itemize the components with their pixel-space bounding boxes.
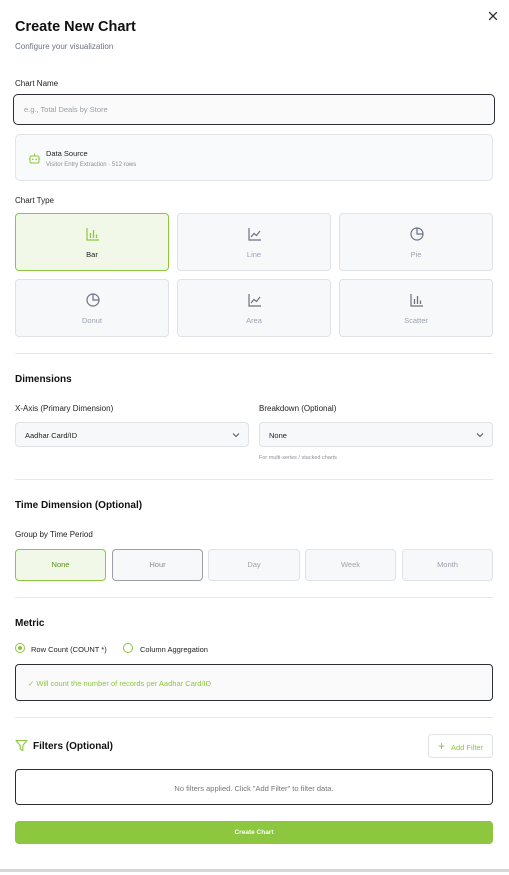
chart-type-bar-label: Bar [86, 250, 98, 259]
chart-type-donut[interactable]: Donut [15, 279, 169, 337]
add-filter-label: Add Filter [451, 743, 484, 752]
x-axis-value: Aadhar Card/ID [25, 431, 78, 440]
chart-type-pie-label: Pie [410, 250, 422, 259]
bar-chart-icon [86, 228, 99, 241]
time-dimension-heading: Time Dimension (Optional) [15, 500, 143, 511]
area-chart-icon [248, 294, 261, 307]
data-source-card: Data Source Visitor Entry Extraction · 5… [15, 134, 493, 181]
chart-type-bar[interactable]: Bar [15, 213, 169, 271]
chevron-down-icon [476, 433, 484, 438]
x-axis-label: X-Axis (Primary Dimension) [15, 404, 114, 413]
metric-heading: Metric [15, 618, 45, 629]
data-source-title: Data Source [46, 149, 88, 158]
data-source-detail: Visitor Entry Extraction · 512 rows [46, 162, 137, 168]
filter-icon [15, 739, 28, 752]
chart-type-area-label: Area [246, 316, 262, 325]
filters-empty-text: No filters applied. Click "Add Filter" t… [174, 784, 334, 793]
time-option-none[interactable]: None [15, 549, 106, 581]
dimensions-heading: Dimensions [15, 374, 72, 385]
chart-type-line-label: Line [246, 250, 262, 259]
divider [15, 479, 493, 480]
plus-icon: + [438, 739, 446, 753]
chart-type-line[interactable]: Line [177, 213, 331, 271]
divider [15, 597, 493, 598]
close-icon[interactable] [486, 9, 500, 23]
create-chart-button[interactable]: Create Chart [15, 821, 493, 844]
filters-empty-box: No filters applied. Click "Add Filter" t… [15, 769, 493, 805]
chart-name-input[interactable] [13, 94, 495, 125]
filters-heading: Filters (Optional) [33, 741, 113, 752]
x-axis-select[interactable]: Aadhar Card/ID [15, 422, 249, 447]
line-chart-icon [248, 228, 261, 241]
divider [15, 353, 493, 354]
metric-info-box: ✓ Will count the number of records per A… [15, 664, 493, 701]
radio-column-aggregation-label: Column Aggregation [140, 645, 208, 654]
breakdown-hint: For multi-series / stacked charts [259, 455, 337, 461]
chart-type-donut-label: Donut [81, 316, 102, 325]
chart-type-area[interactable]: Area [177, 279, 331, 337]
create-chart-dialog: Create New Chart Configure your visualiz… [0, 0, 509, 872]
scatter-chart-icon [410, 294, 423, 307]
time-option-hour[interactable]: Hour [112, 549, 203, 581]
chart-type-scatter-label: Scatter [404, 316, 428, 325]
breakdown-select[interactable]: None [259, 422, 493, 447]
donut-chart-icon [86, 293, 100, 307]
chart-type-pie[interactable]: Pie [339, 213, 493, 271]
add-filter-button[interactable]: + Add Filter [428, 734, 493, 758]
dialog-subtitle: Configure your visualization [15, 42, 114, 51]
chart-type-scatter[interactable]: Scatter [339, 279, 493, 337]
time-option-month[interactable]: Month [402, 549, 493, 581]
pie-chart-icon [410, 227, 424, 241]
radio-column-aggregation[interactable] [123, 643, 133, 653]
dialog-title: Create New Chart [15, 19, 136, 35]
chart-type-label: Chart Type [15, 196, 54, 205]
chevron-down-icon [232, 433, 240, 438]
time-option-week[interactable]: Week [305, 549, 396, 581]
time-option-day[interactable]: Day [208, 549, 300, 581]
robot-icon [28, 153, 41, 164]
metric-info-text: ✓ Will count the number of records per A… [28, 679, 212, 688]
breakdown-label: Breakdown (Optional) [259, 404, 337, 413]
chart-name-label: Chart Name [15, 79, 59, 88]
radio-row-count[interactable] [15, 643, 25, 653]
divider [15, 717, 493, 718]
breakdown-value: None [269, 431, 287, 440]
radio-row-count-label: Row Count (COUNT *) [31, 645, 107, 654]
group-by-time-label: Group by Time Period [15, 530, 93, 539]
